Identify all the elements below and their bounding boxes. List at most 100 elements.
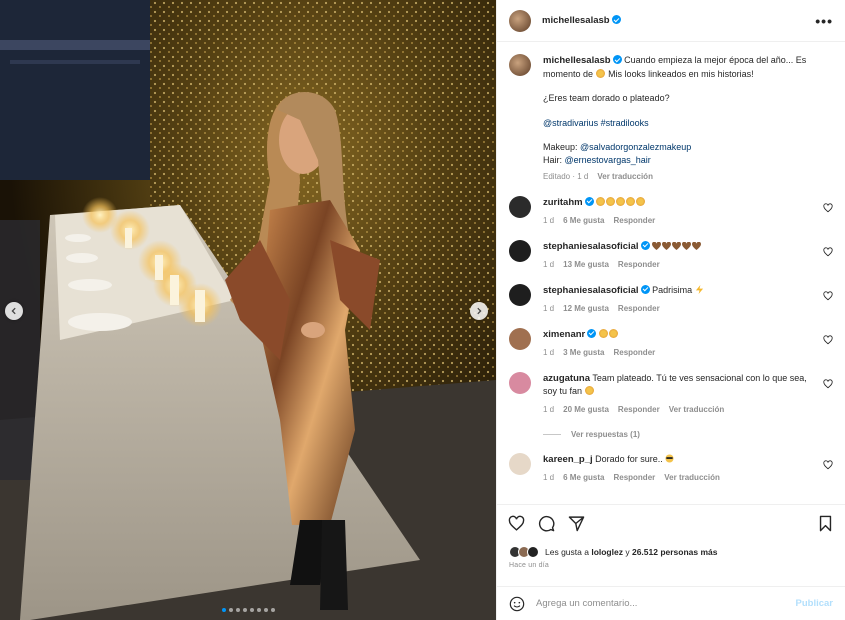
carousel-indicator [0, 608, 496, 612]
comment-username[interactable]: stephaniesalasoficial [543, 285, 639, 296]
avatar [527, 546, 539, 558]
comment-like-heart-icon[interactable] [823, 334, 833, 345]
translate-button[interactable]: Ver traducción [669, 403, 725, 416]
caption-question: ¿Eres team dorado o plateado? [543, 93, 670, 103]
comment-like-heart-icon[interactable] [823, 378, 833, 389]
carousel-dot [228, 608, 233, 612]
carousel-dot [235, 608, 240, 612]
comment-row: stephaniesalasoficial 1 d 13 Me gusta Resp… [509, 239, 833, 271]
comment-body: stephaniesalasoficial 1 d 13 Me gusta Resp… [543, 240, 833, 271]
star-eyes-emoji-icon [606, 196, 616, 206]
comment-row: azugatuna Team plateado. Tú te ves sensa… [509, 371, 833, 416]
avatar[interactable] [509, 239, 531, 262]
comment-username[interactable]: azugatuna [543, 373, 590, 384]
post-photo[interactable] [0, 0, 496, 620]
caption-translate-button[interactable]: Ver traducción [597, 171, 653, 184]
caption-username[interactable]: michellesalasb [543, 55, 611, 66]
comment-username[interactable]: kareen_p_j [543, 454, 593, 465]
makeup-label: Makeup: [543, 142, 578, 152]
post-actions-bar [497, 504, 845, 542]
likes-prefix: Les gusta a [545, 547, 589, 557]
save-bookmark-icon[interactable] [817, 515, 834, 532]
reply-button[interactable]: Responder [613, 471, 655, 484]
post-caption: michellesalasb Cuando empieza la mejor é… [509, 54, 833, 184]
comment-rows: zuritahm 1 d6 Me gusta Responder stephanie… [509, 195, 833, 484]
star-eyes-emoji-icon [596, 196, 606, 206]
likes-count-link[interactable]: 26.512 personas más [632, 547, 718, 557]
caption-edited-time: Editado · 1 d [543, 172, 589, 181]
translate-button[interactable]: Ver traducción [664, 471, 720, 484]
comment-body: stephaniesalasoficial Padrisima 1 d 12 Me… [543, 284, 833, 315]
add-comment-bar: Publicar [497, 586, 845, 620]
post-time: Hace un día [509, 562, 549, 569]
comment-likes-count[interactable]: 3 Me gusta [563, 346, 604, 359]
comment-like-heart-icon[interactable] [823, 459, 833, 470]
reply-button[interactable]: Responder [618, 403, 660, 416]
comment-body: ximenanr 1 d 3 Me gusta Responder [543, 328, 833, 359]
comment-icon[interactable] [538, 515, 555, 532]
comment-like-heart-icon[interactable] [823, 202, 833, 213]
comment-username[interactable]: ximenanr [543, 329, 585, 340]
comment-input[interactable] [536, 598, 796, 609]
liker-username[interactable]: lologlez [591, 547, 623, 557]
publish-button[interactable]: Publicar [796, 598, 834, 609]
comment-likes-count[interactable]: 13 Me gusta [563, 258, 609, 271]
likes-joiner: y [625, 547, 630, 557]
carousel-dot [249, 608, 254, 612]
reply-button[interactable]: Responder [618, 302, 660, 315]
comment-text: Padrisima [652, 284, 693, 295]
carousel-dot [270, 608, 275, 612]
comment-username[interactable]: zuritahm [543, 197, 583, 208]
avatar[interactable] [509, 327, 531, 350]
lightning-emoji-icon [695, 284, 703, 294]
comment-username[interactable]: stephaniesalasoficial [543, 241, 639, 252]
avatar[interactable] [509, 195, 531, 218]
comment-body: azugatuna Team plateado. Tú te ves sensa… [543, 372, 833, 416]
caption-tags-link[interactable]: @stradivarius #stradilooks [543, 117, 819, 130]
heart-emoji-icon [652, 241, 662, 250]
previous-photo-button[interactable] [5, 302, 23, 320]
avatar[interactable] [509, 9, 531, 32]
comments-list[interactable]: michellesalasb Cuando empieza la mejor é… [497, 42, 845, 504]
like-heart-icon[interactable] [508, 515, 525, 532]
caption-text-2: Mis looks linkeados en mis historias! [608, 68, 754, 79]
comment-time: 1 d [543, 472, 555, 482]
comment-likes-count[interactable]: 6 Me gusta [563, 471, 604, 484]
more-options-icon[interactable]: ••• [815, 13, 833, 29]
verified-badge-icon [584, 196, 594, 206]
view-replies-button[interactable]: Ver respuestas (1) [543, 430, 833, 439]
avatar[interactable] [509, 371, 531, 394]
comment-likes-count[interactable]: 6 Me gusta [563, 214, 604, 227]
chevron-left-icon [11, 307, 16, 315]
heart-emoji-icon [672, 241, 682, 250]
comment-like-heart-icon[interactable] [823, 246, 833, 257]
likes-summary: Les gusta a lologlez y 26.512 personas m… [497, 542, 845, 562]
avatar[interactable] [509, 283, 531, 306]
avatar[interactable] [509, 452, 531, 475]
sunglasses-emoji-icon [665, 453, 674, 463]
comment-likes-count[interactable]: 12 Me gusta [563, 302, 609, 315]
next-photo-button[interactable] [470, 302, 488, 320]
verified-badge-icon [611, 15, 621, 24]
verified-badge-icon [640, 284, 650, 294]
emoji-picker-icon[interactable] [509, 596, 525, 612]
comment-time: 1 d [543, 303, 555, 313]
reply-button[interactable]: Responder [613, 214, 655, 227]
star-eyes-emoji-icon [608, 328, 618, 338]
hair-mention-link[interactable]: @ernestovargas_hair [565, 155, 651, 165]
post-header: michellesalasb ••• [497, 0, 845, 42]
carousel-dot [221, 608, 226, 612]
comment-time: 1 d [543, 347, 555, 357]
makeup-mention-link[interactable]: @salvadorgonzalezmakeup [580, 142, 691, 152]
comment-row: kareen_p_j Dorado for sure.. 1 d 6 Me gus… [509, 452, 833, 484]
star-eyes-emoji-icon [616, 196, 626, 206]
comment-like-heart-icon[interactable] [823, 290, 833, 301]
reply-button[interactable]: Responder [613, 346, 655, 359]
avatar[interactable] [509, 54, 531, 76]
face-emoji-icon [584, 385, 594, 395]
reply-button[interactable]: Responder [618, 258, 660, 271]
author-username[interactable]: michellesalasb [542, 15, 610, 26]
comment-likes-count[interactable]: 20 Me gusta [563, 403, 609, 416]
comment-text: Dorado for sure.. [595, 453, 663, 464]
share-paper-plane-icon[interactable] [568, 515, 585, 532]
